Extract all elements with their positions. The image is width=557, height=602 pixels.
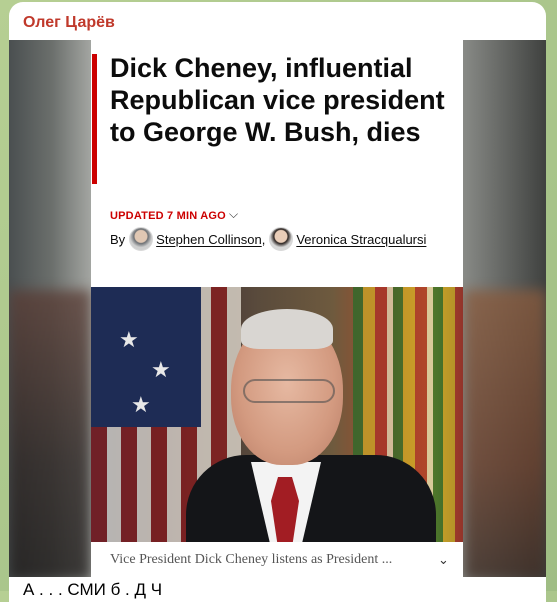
- updated-timestamp: UPDATED 7 MIN AGO: [110, 210, 226, 222]
- byline-label: By: [110, 231, 126, 247]
- caption-text: Vice President Dick Cheney listens as Pr…: [110, 551, 393, 567]
- media-blur-left: [9, 290, 91, 577]
- headline-accent-bar: [92, 54, 97, 184]
- article-headline: Dick Cheney, influential Republican vice…: [110, 53, 445, 147]
- media-preview[interactable]: Dick Cheney, influential Republican vice…: [9, 40, 546, 577]
- author-avatar: [269, 227, 294, 251]
- photo-caption[interactable]: Vice President Dick Cheney listens as Pr…: [91, 542, 463, 577]
- message-text: А . . . СМИ б . Д Ч: [23, 580, 163, 599]
- byline: By Stephen Collinson , Veronica Stracqua…: [110, 227, 426, 251]
- author-link[interactable]: Veronica Stracqualursi: [296, 232, 426, 247]
- article-photo: ★ ★ ★: [91, 287, 463, 542]
- chevron-down-icon[interactable]: ⌄: [438, 552, 449, 568]
- chevron-down-icon: ⌵: [229, 207, 239, 221]
- author-separator: ,: [261, 231, 266, 247]
- author-link[interactable]: Stephen Collinson: [156, 232, 262, 247]
- author-avatar: [129, 227, 154, 251]
- portrait-glasses: [243, 379, 335, 403]
- media-blur-right: [464, 290, 546, 577]
- star-icon: ★: [131, 392, 151, 417]
- article-screenshot: Dick Cheney, influential Republican vice…: [91, 40, 463, 577]
- star-icon: ★: [119, 327, 139, 352]
- portrait-hair: [241, 309, 333, 349]
- sender-name[interactable]: Олег Царёв: [23, 14, 115, 32]
- message-bubble: Олег Царёв Dick Cheney, influential Repu…: [9, 2, 546, 602]
- star-icon: ★: [151, 357, 171, 382]
